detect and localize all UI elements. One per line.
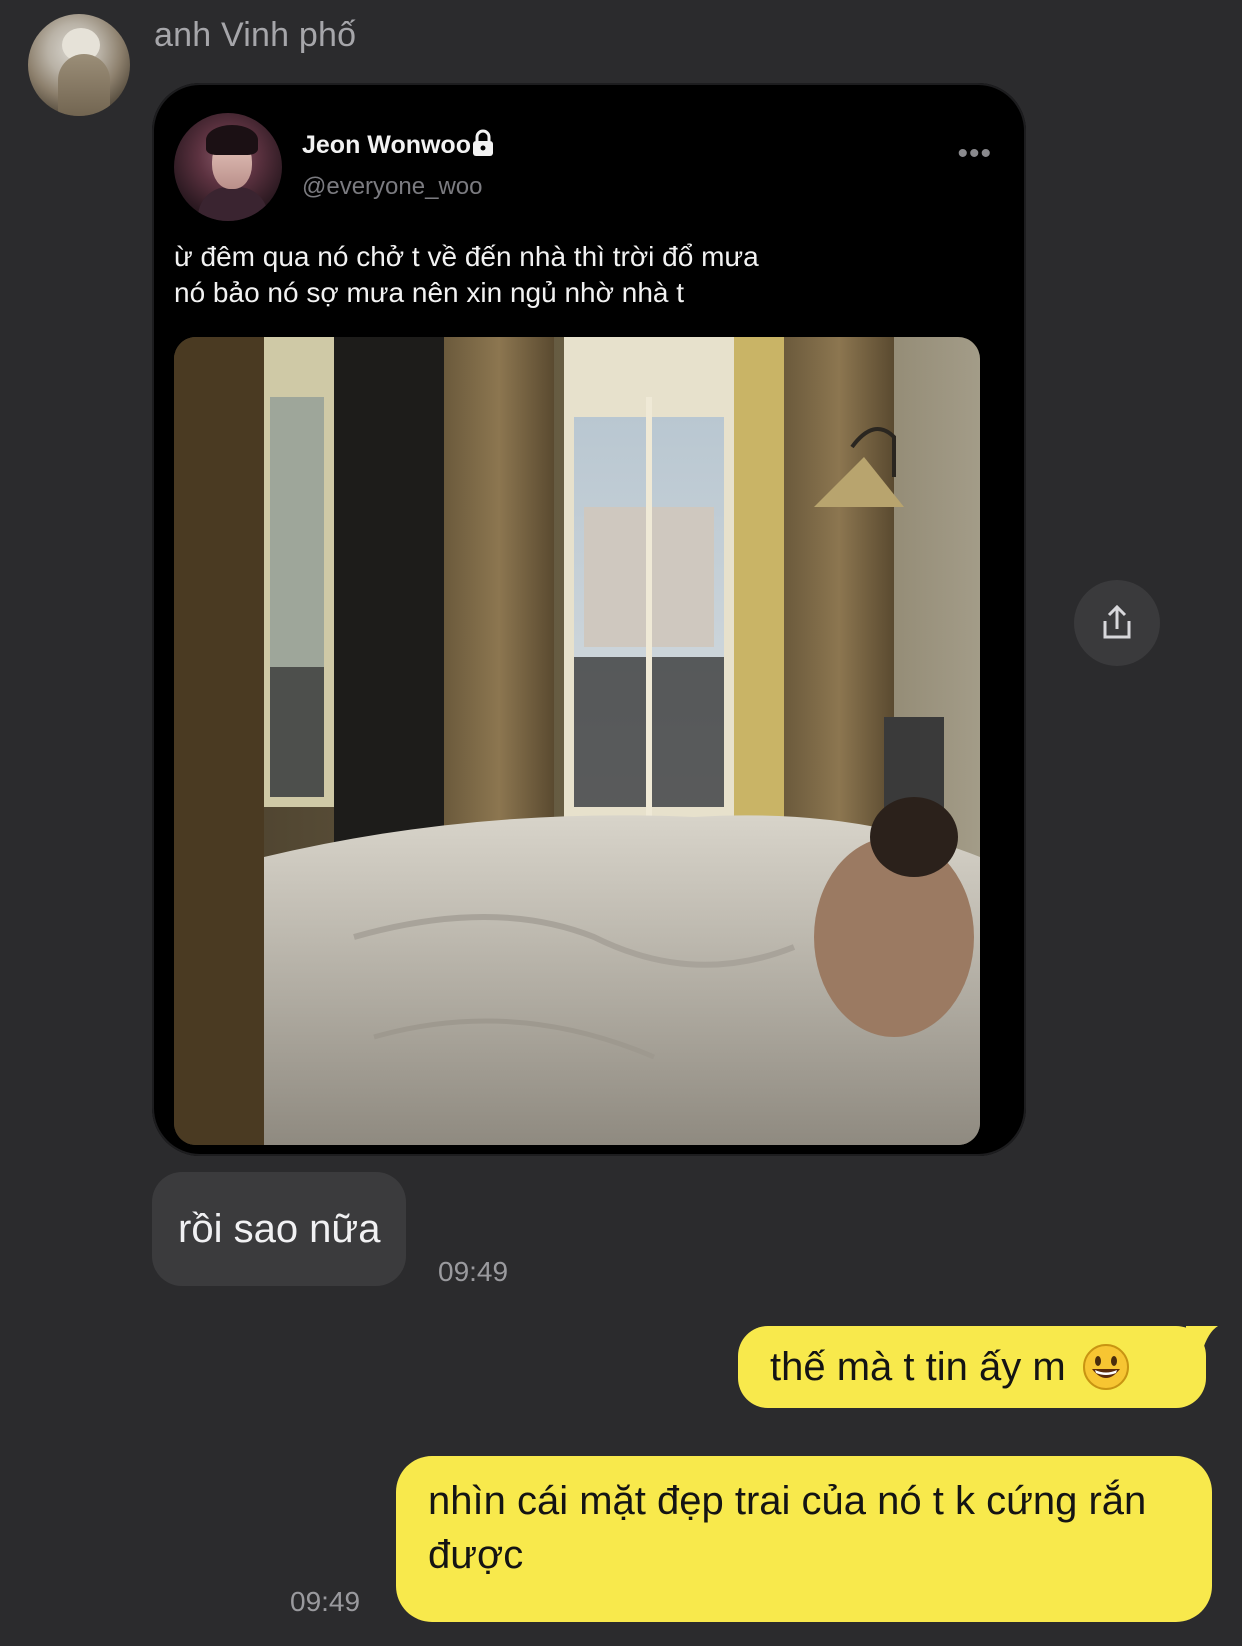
message-text: rồi sao nữa (178, 1206, 381, 1251)
avatar-figure (58, 54, 110, 116)
tweet-photo (174, 337, 980, 1145)
tweet-handle: @everyone_woo (302, 173, 483, 200)
message-timestamp: 09:49 (290, 1586, 361, 1617)
sender-name: anh Vinh phố (154, 16, 357, 54)
tweet-text-line: ừ đêm qua nó chở t về đến nhà thì trời đ… (174, 241, 759, 272)
avatar-hair (206, 125, 258, 155)
tweet-text: ừ đêm qua nó chở t về đến nhà thì trời đ… (174, 239, 974, 311)
message-text: nhìn cái mặt đẹp trai của nó t k cứng rắ… (428, 1479, 1147, 1577)
avatar-body (198, 187, 268, 221)
tweet-screenshot-image[interactable]: Jeon Wonwoo @everyone_woo ••• ừ đêm qua … (152, 83, 1026, 1156)
bubble-tail (1186, 1326, 1218, 1352)
outgoing-message-bubble[interactable]: nhìn cái mặt đẹp trai của nó t k cứng rắ… (396, 1456, 1212, 1622)
smiley-emoji-icon (1082, 1344, 1129, 1390)
more-options-icon: ••• (957, 137, 992, 170)
lock-icon (473, 129, 493, 156)
tweet-author-avatar (174, 113, 282, 221)
share-icon (1103, 604, 1131, 639)
share-button[interactable] (1074, 580, 1160, 666)
message-text: thế mà t tin ấy m (770, 1345, 1066, 1389)
tweet-display-name: Jeon Wonwoo (302, 131, 471, 159)
incoming-message-bubble[interactable]: rồi sao nữa (152, 1172, 407, 1286)
chat-screen: anh Vinh phố Jeon Wonwoo @everyone_woo •… (0, 0, 1242, 1646)
outgoing-message-bubble[interactable]: thế mà t tin ấy m (738, 1326, 1218, 1408)
message-timestamp: 09:49 (438, 1256, 509, 1287)
sender-avatar[interactable] (28, 14, 130, 116)
tweet-text-line: nó bảo nó sợ mưa nên xin ngủ nhờ nhà t (174, 277, 685, 308)
